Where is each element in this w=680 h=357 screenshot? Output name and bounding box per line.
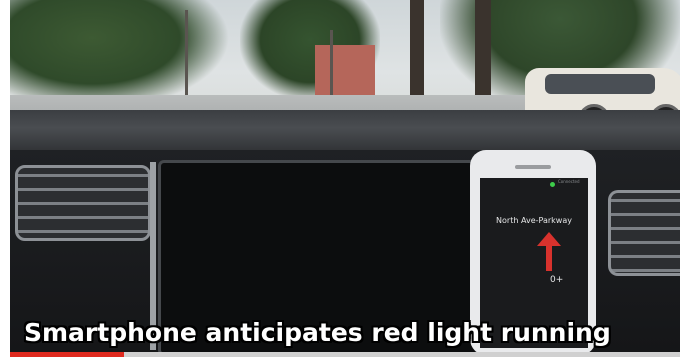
video-progress-bar[interactable]: [10, 352, 680, 357]
arrow-shaft: [546, 244, 552, 271]
video-frame[interactable]: Connected North Ave-Parkway 0+ Smartphon…: [10, 0, 680, 352]
dashboard-top: [10, 110, 680, 155]
trees-left: [10, 0, 230, 110]
suv-window: [545, 74, 655, 94]
phone-speaker: [515, 165, 551, 169]
phone-distance: 0+: [550, 275, 564, 285]
air-vent-left: [15, 165, 151, 241]
video-progress-fill: [10, 352, 124, 357]
tree-trunk: [410, 0, 424, 110]
status-dot-icon: [550, 181, 555, 187]
air-vent-right: [608, 190, 680, 276]
page-frame: Connected North Ave-Parkway 0+ Smartphon…: [0, 0, 680, 357]
utility-pole: [185, 10, 188, 105]
video-caption: Smartphone anticipates red light running: [24, 318, 611, 347]
utility-pole: [330, 30, 333, 105]
phone-street-name: North Ave-Parkway: [496, 216, 572, 225]
brick-building: [315, 45, 375, 100]
phone-status-text: Connected: [558, 179, 580, 184]
